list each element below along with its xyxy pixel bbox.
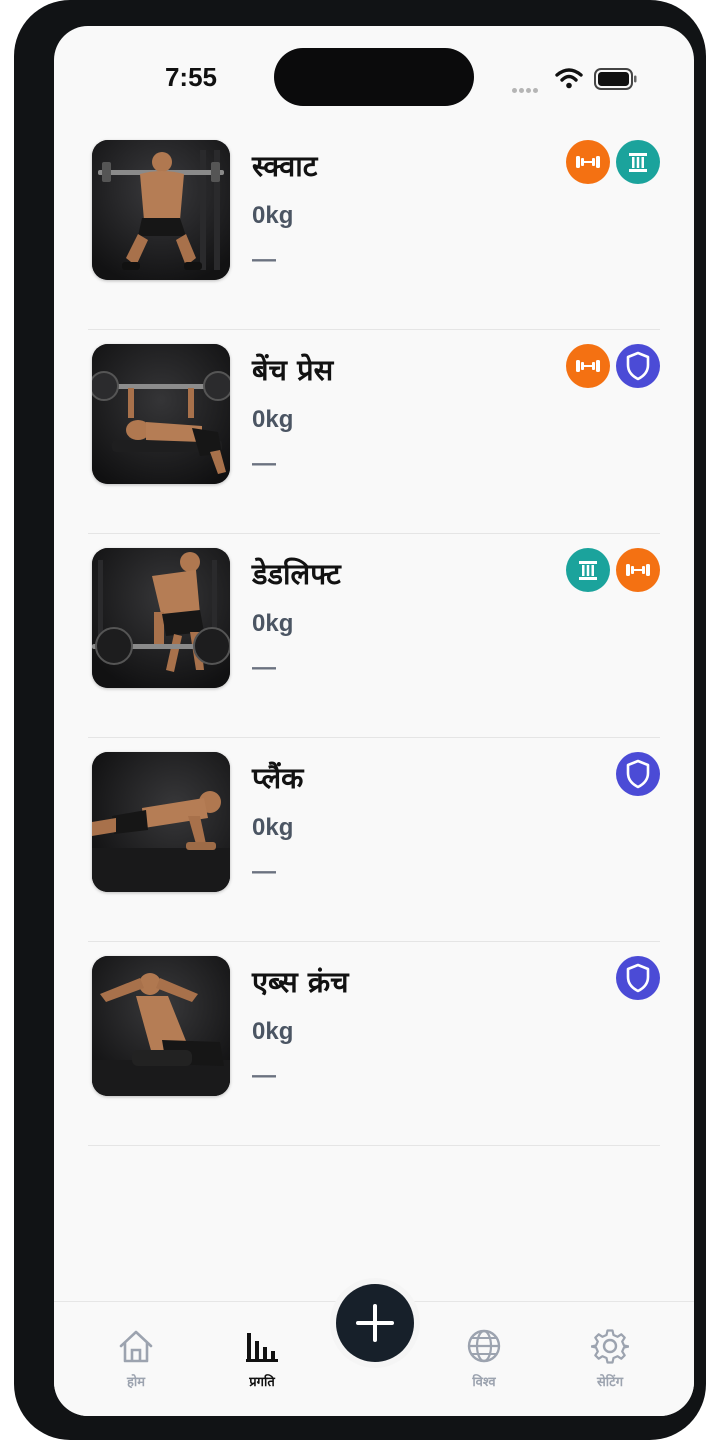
category-badges [566, 548, 660, 592]
category-badges [566, 344, 660, 388]
exercise-card[interactable]: डेडलिफ्ट 0kg — [88, 534, 660, 738]
exercise-card[interactable]: प्लैंक 0kg — [88, 738, 660, 942]
dumbbell-icon [566, 140, 610, 184]
dynamic-island [274, 48, 474, 106]
plus-icon [356, 1304, 394, 1342]
phone-frame: 7:55 स्क्वाट 0kg — बेंच प्रेस 0kg — डेडल… [14, 0, 706, 1440]
exercise-detail: — [252, 654, 276, 681]
pillar-icon [616, 140, 660, 184]
dumbbell-icon [616, 548, 660, 592]
exercise-detail: — [252, 246, 276, 273]
exercise-thumbnail-squat [92, 140, 230, 280]
exercise-list: स्क्वाट 0kg — बेंच प्रेस 0kg — डेडलिफ्ट … [88, 126, 660, 1146]
screen: 7:55 स्क्वाट 0kg — बेंच प्रेस 0kg — डेडल… [54, 26, 694, 1416]
dumbbell-icon [566, 344, 610, 388]
tab-settings[interactable]: सेटिंग [560, 1326, 660, 1390]
exercise-detail: — [252, 1062, 276, 1089]
tab-label: प्रगति [249, 1375, 275, 1390]
exercise-thumbnail-bench-press [92, 344, 230, 484]
exercise-weight: 0kg [252, 814, 294, 841]
tab-label: विश्व [472, 1375, 496, 1390]
tab-progress[interactable]: प्रगति [212, 1326, 312, 1390]
exercise-name: एब्स क्रंच [252, 965, 349, 999]
exercise-card[interactable]: बेंच प्रेस 0kg — [88, 330, 660, 534]
exercise-weight: 0kg [252, 1018, 294, 1045]
exercise-card[interactable]: स्क्वाट 0kg — [88, 126, 660, 330]
exercise-thumbnail-ab-crunch [92, 956, 230, 1096]
add-button[interactable] [336, 1284, 414, 1362]
exercise-name: स्क्वाट [252, 149, 318, 183]
exercise-detail: — [252, 450, 276, 477]
category-badges [566, 140, 660, 184]
exercise-card[interactable]: एब्स क्रंच 0kg — [88, 942, 660, 1146]
gear-icon [591, 1329, 629, 1364]
category-badges [616, 752, 660, 796]
tab-world[interactable]: विश्व [434, 1326, 534, 1390]
exercise-weight: 0kg [252, 406, 294, 433]
exercise-name: डेडलिफ्ट [252, 557, 341, 591]
shield-icon [616, 344, 660, 388]
tab-label: होम [126, 1375, 146, 1390]
shield-icon [616, 956, 660, 1000]
wifi-icon [555, 68, 583, 89]
globe-icon [467, 1329, 501, 1363]
exercise-name: प्लैंक [252, 761, 304, 795]
shield-icon [616, 752, 660, 796]
exercise-detail: — [252, 858, 276, 885]
bar-chart-icon [246, 1333, 278, 1362]
exercise-weight: 0kg [252, 202, 294, 229]
status-time: 7:55 [164, 62, 218, 92]
exercise-weight: 0kg [252, 610, 294, 637]
signal-dots-icon [512, 78, 540, 97]
battery-icon [594, 68, 637, 90]
exercise-name: बेंच प्रेस [252, 353, 334, 387]
category-badges [616, 956, 660, 1000]
pillar-icon [566, 548, 610, 592]
tab-home[interactable]: होम [86, 1326, 186, 1390]
tab-label: सेटिंग [596, 1375, 624, 1390]
home-icon [119, 1330, 153, 1363]
exercise-thumbnail-deadlift [92, 548, 230, 688]
status-icons [512, 66, 642, 93]
exercise-thumbnail-plank [92, 752, 230, 892]
